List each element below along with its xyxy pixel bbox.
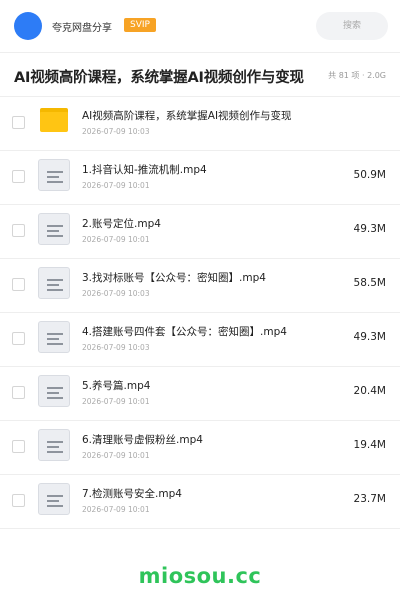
- file-date: 2026-07-09 10:03: [82, 289, 150, 298]
- file-size: 19.4M: [353, 439, 386, 451]
- file-size: 20.4M: [353, 385, 386, 397]
- document-icon: [38, 429, 70, 461]
- page-title: AI视频高阶课程，系统掌握AI视频创作与变现: [14, 70, 304, 86]
- list-item[interactable]: 4.搭建账号四件套【公众号：密知圈】.mp4 2026-07-09 10:03 …: [0, 312, 400, 366]
- file-size: 50.9M: [353, 169, 386, 181]
- list-item[interactable]: 1.抖音认知-推流机制.mp4 2026-07-09 10:01 50.9M: [0, 150, 400, 204]
- folder-header: AI视频高阶课程，系统掌握AI视频创作与变现 共 81 项 · 2.0G: [0, 52, 400, 96]
- file-name: 3.找对标账号【公众号：密知圈】.mp4: [82, 272, 266, 284]
- file-name: 1.抖音认知-推流机制.mp4: [82, 164, 207, 176]
- file-date: 2026-07-09 10:01: [82, 235, 150, 244]
- file-count: 共 81 项 · 2.0G: [328, 71, 386, 80]
- select-checkbox[interactable]: [12, 440, 25, 453]
- list-item[interactable]: 5.养号篇.mp4 2026-07-09 10:01 20.4M: [0, 366, 400, 420]
- folder-icon: [40, 108, 68, 132]
- file-name: 2.账号定位.mp4: [82, 218, 161, 230]
- document-icon: [38, 321, 70, 353]
- svip-badge: SVIP: [124, 18, 156, 32]
- file-name: AI视频高阶课程，系统掌握AI视频创作与变现: [82, 110, 292, 122]
- document-icon: [38, 483, 70, 515]
- file-date: 2026-07-09 10:03: [82, 343, 150, 352]
- select-checkbox[interactable]: [12, 116, 25, 129]
- select-checkbox[interactable]: [12, 386, 25, 399]
- document-icon: [38, 213, 70, 245]
- file-date: 2026-07-09 10:01: [82, 397, 150, 406]
- avatar[interactable]: [14, 12, 42, 40]
- select-checkbox[interactable]: [12, 332, 25, 345]
- file-size: 49.3M: [353, 331, 386, 343]
- file-date: 2026-07-09 10:01: [82, 505, 150, 514]
- watermark: miosou.cc: [138, 564, 262, 588]
- file-name: 7.检测账号安全.mp4: [82, 488, 182, 500]
- search-input[interactable]: 搜索: [316, 12, 388, 40]
- select-checkbox[interactable]: [12, 278, 25, 291]
- select-checkbox[interactable]: [12, 224, 25, 237]
- file-date: 2026-07-09 10:01: [82, 451, 150, 460]
- file-size: 49.3M: [353, 223, 386, 235]
- list-item-folder[interactable]: AI视频高阶课程，系统掌握AI视频创作与变现 2026-07-09 10:03: [0, 96, 400, 150]
- list-item[interactable]: 2.账号定位.mp4 2026-07-09 10:01 49.3M: [0, 204, 400, 258]
- user-name[interactable]: 夸克网盘分享: [52, 19, 112, 34]
- file-name: 4.搭建账号四件套【公众号：密知圈】.mp4: [82, 326, 287, 338]
- select-checkbox[interactable]: [12, 170, 25, 183]
- file-name: 6.清理账号虚假粉丝.mp4: [82, 434, 203, 446]
- file-date: 2026-07-09 10:03: [82, 127, 150, 136]
- file-size: 58.5M: [353, 277, 386, 289]
- select-checkbox[interactable]: [12, 494, 25, 507]
- document-icon: [38, 267, 70, 299]
- document-icon: [38, 159, 70, 191]
- document-icon: [38, 375, 70, 407]
- file-name: 5.养号篇.mp4: [82, 380, 151, 392]
- list-item[interactable]: 6.清理账号虚假粉丝.mp4 2026-07-09 10:01 19.4M: [0, 420, 400, 474]
- file-size: 23.7M: [353, 493, 386, 505]
- list-item[interactable]: 3.找对标账号【公众号：密知圈】.mp4 2026-07-09 10:03 58…: [0, 258, 400, 312]
- file-date: 2026-07-09 10:01: [82, 181, 150, 190]
- top-bar: 夸克网盘分享 SVIP 搜索: [0, 0, 400, 52]
- divider: [0, 528, 400, 529]
- list-item[interactable]: 7.检测账号安全.mp4 2026-07-09 10:01 23.7M: [0, 474, 400, 528]
